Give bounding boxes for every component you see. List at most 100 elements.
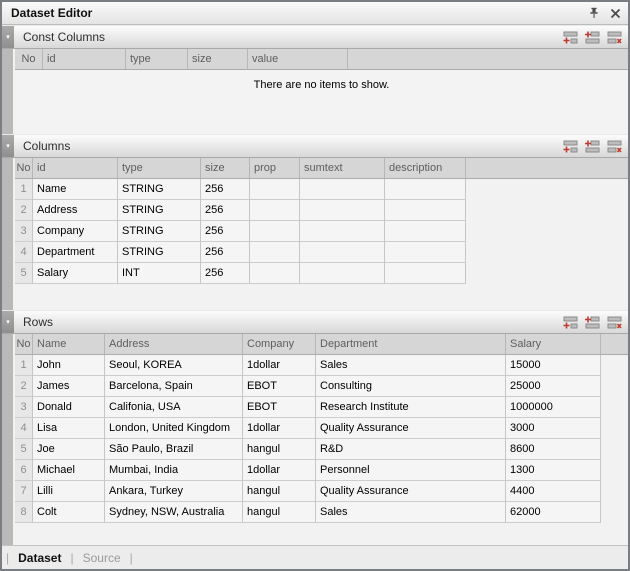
collapse-columns-button[interactable]: ▾ [2,135,14,157]
cell-size[interactable]: 256 [201,179,250,200]
cell-size[interactable]: 256 [201,200,250,221]
cell-department[interactable]: Sales [316,502,506,523]
row-number-cell[interactable]: 1 [15,355,33,376]
cell-id[interactable]: Address [33,200,118,221]
cell-address[interactable]: Ankara, Turkey [105,481,243,502]
cell-description[interactable] [385,179,466,200]
tab-source[interactable]: Source [83,551,121,565]
cell-name[interactable]: Michael [33,460,105,481]
cell-address[interactable]: Califonia, USA [105,397,243,418]
collapse-rows-button[interactable]: ▾ [2,311,14,333]
cell-description[interactable] [385,200,466,221]
cell-name[interactable]: Joe [33,439,105,460]
cell-salary[interactable]: 62000 [506,502,601,523]
add-row-button[interactable] [562,30,579,45]
cell-sumtext[interactable] [300,200,385,221]
cell-salary[interactable]: 1300 [506,460,601,481]
cell-address[interactable]: Barcelona, Spain [105,376,243,397]
close-button[interactable] [609,7,622,20]
cell-id[interactable]: Salary [33,263,118,284]
cell-address[interactable]: São Paulo, Brazil [105,439,243,460]
cell-company[interactable]: EBOT [243,376,316,397]
cell-description[interactable] [385,263,466,284]
cell-id[interactable]: Department [33,242,118,263]
pin-button[interactable] [587,6,601,20]
delete-row-button[interactable] [606,139,623,154]
cell-type[interactable]: STRING [118,200,201,221]
add-row-button[interactable] [562,315,579,330]
row-number-cell[interactable]: 4 [15,242,33,263]
row-number-cell[interactable]: 7 [15,481,33,502]
cell-name[interactable]: Lilli [33,481,105,502]
column-header-filler [348,49,628,70]
row-number-cell[interactable]: 3 [15,397,33,418]
cell-salary[interactable]: 3000 [506,418,601,439]
cell-type[interactable]: STRING [118,221,201,242]
insert-row-button[interactable] [584,139,601,154]
cell-department[interactable]: Quality Assurance [316,481,506,502]
cell-company[interactable]: 1dollar [243,418,316,439]
row-number-cell[interactable]: 1 [15,179,33,200]
row-number-cell[interactable]: 6 [15,460,33,481]
cell-salary[interactable]: 25000 [506,376,601,397]
cell-prop[interactable] [250,263,300,284]
cell-size[interactable]: 256 [201,242,250,263]
cell-id[interactable]: Company [33,221,118,242]
cell-name[interactable]: John [33,355,105,376]
cell-description[interactable] [385,242,466,263]
cell-name[interactable]: Lisa [33,418,105,439]
row-number-cell[interactable]: 2 [15,376,33,397]
cell-address[interactable]: Seoul, KOREA [105,355,243,376]
cell-salary[interactable]: 8600 [506,439,601,460]
cell-name[interactable]: James [33,376,105,397]
insert-row-button[interactable] [584,315,601,330]
cell-type[interactable]: INT [118,263,201,284]
cell-company[interactable]: 1dollar [243,355,316,376]
cell-name[interactable]: Donald [33,397,105,418]
cell-sumtext[interactable] [300,221,385,242]
cell-id[interactable]: Name [33,179,118,200]
cell-address[interactable]: London, United Kingdom [105,418,243,439]
row-number-cell[interactable]: 4 [15,418,33,439]
row-number-cell[interactable]: 8 [15,502,33,523]
add-row-button[interactable] [562,139,579,154]
cell-name[interactable]: Colt [33,502,105,523]
cell-salary[interactable]: 4400 [506,481,601,502]
cell-sumtext[interactable] [300,242,385,263]
cell-department[interactable]: Consulting [316,376,506,397]
cell-sumtext[interactable] [300,263,385,284]
cell-salary[interactable]: 1000000 [506,397,601,418]
cell-type[interactable]: STRING [118,179,201,200]
cell-department[interactable]: Research Institute [316,397,506,418]
cell-company[interactable]: hangul [243,502,316,523]
insert-row-button[interactable] [584,30,601,45]
row-number-cell[interactable]: 2 [15,200,33,221]
cell-size[interactable]: 256 [201,263,250,284]
collapse-const-columns-button[interactable]: ▾ [2,26,14,48]
cell-size[interactable]: 256 [201,221,250,242]
cell-address[interactable]: Mumbai, India [105,460,243,481]
cell-company[interactable]: hangul [243,439,316,460]
cell-prop[interactable] [250,242,300,263]
cell-description[interactable] [385,221,466,242]
cell-company[interactable]: 1dollar [243,460,316,481]
cell-department[interactable]: Quality Assurance [316,418,506,439]
cell-prop[interactable] [250,221,300,242]
tab-dataset[interactable]: Dataset [18,551,61,565]
cell-prop[interactable] [250,200,300,221]
cell-salary[interactable]: 15000 [506,355,601,376]
cell-address[interactable]: Sydney, NSW, Australia [105,502,243,523]
row-number-cell[interactable]: 3 [15,221,33,242]
cell-type[interactable]: STRING [118,242,201,263]
cell-sumtext[interactable] [300,179,385,200]
delete-row-button[interactable] [606,315,623,330]
cell-company[interactable]: hangul [243,481,316,502]
cell-prop[interactable] [250,179,300,200]
cell-department[interactable]: R&D [316,439,506,460]
delete-row-button[interactable] [606,30,623,45]
cell-department[interactable]: Sales [316,355,506,376]
cell-department[interactable]: Personnel [316,460,506,481]
cell-company[interactable]: EBOT [243,397,316,418]
row-number-cell[interactable]: 5 [15,263,33,284]
row-number-cell[interactable]: 5 [15,439,33,460]
